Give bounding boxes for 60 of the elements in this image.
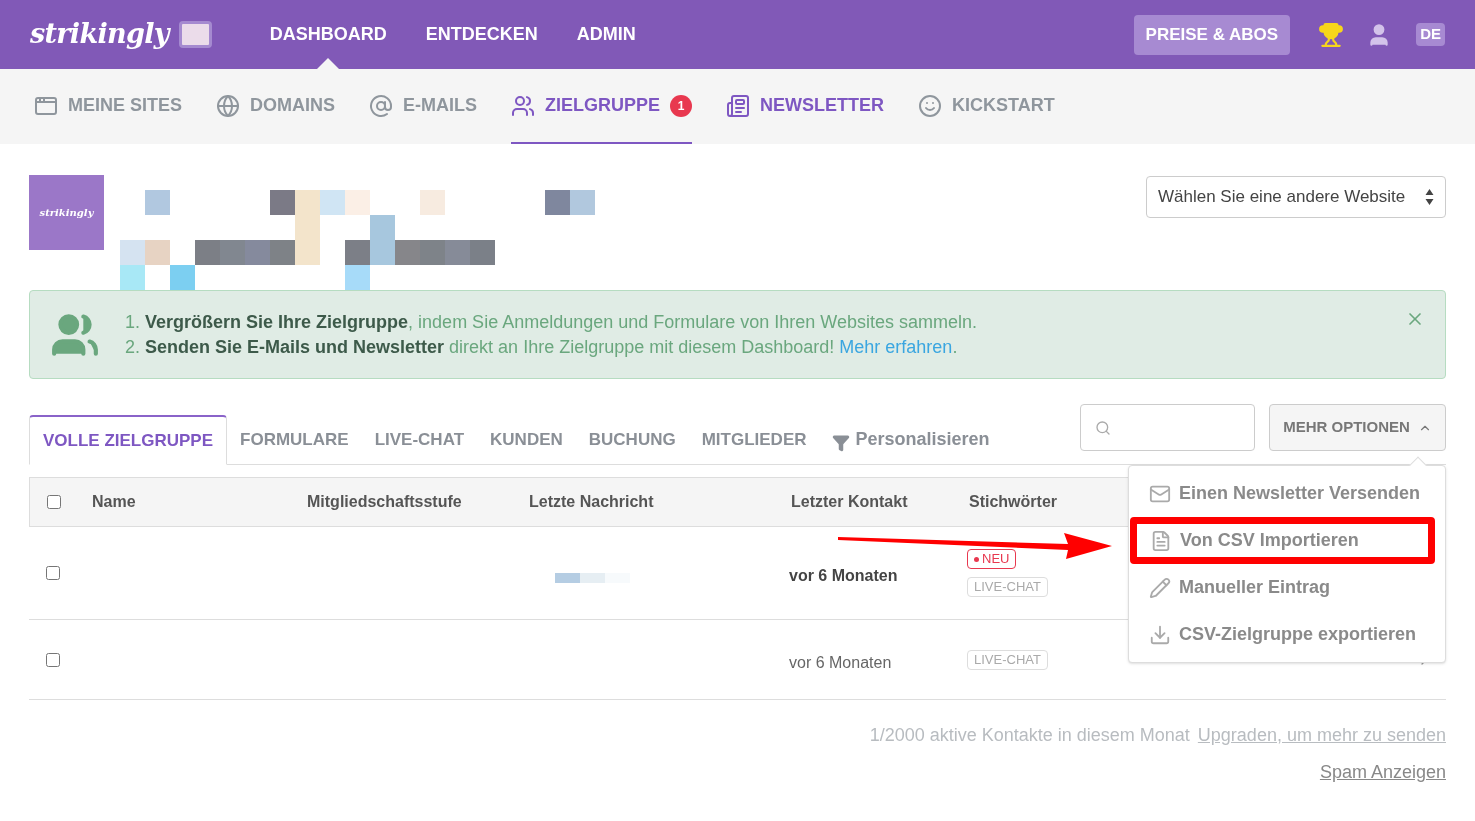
menu-item-icon bbox=[1150, 529, 1172, 552]
period-text: . bbox=[952, 336, 958, 357]
logo[interactable]: strikingly bbox=[30, 14, 169, 55]
section-tab[interactable]: DOMAINS bbox=[216, 69, 336, 144]
language-button[interactable]: DE bbox=[1416, 23, 1445, 46]
last-contact-text: vor 6 Monaten bbox=[789, 652, 893, 673]
filter-tab[interactable]: LIVE-CHAT bbox=[361, 415, 478, 465]
tag: NEU bbox=[967, 549, 1017, 569]
learn-more-link[interactable]: Mehr erfahren bbox=[839, 336, 953, 357]
column-header: Letzter Kontakt bbox=[791, 492, 909, 512]
usage-text: 1/2000 aktive Kontakte in diesem Monat bbox=[869, 724, 1190, 747]
section-icon bbox=[369, 93, 394, 118]
column-header: Name bbox=[92, 492, 137, 512]
menu-item[interactable]: Manueller Eintrag bbox=[1129, 564, 1445, 611]
column-header: Stichwörter bbox=[969, 492, 1057, 512]
select-all-checkbox[interactable] bbox=[47, 495, 61, 509]
info-text: 2. Senden Sie E-Mails und Newsletter direkt an Ihre Zielgruppe mit diesem Dashboard! bbox=[125, 336, 835, 357]
tag: LIVE-CHAT bbox=[967, 649, 1048, 670]
nav-link[interactable]: ENTDECKEN bbox=[425, 0, 538, 69]
pricing-button[interactable]: PREISE & ABOS bbox=[1133, 14, 1291, 55]
filter-tab[interactable]: KUNDEN bbox=[477, 415, 576, 465]
filter-tab[interactable]: VOLLE ZIELGRUPPE bbox=[29, 415, 228, 465]
search-icon bbox=[1095, 419, 1111, 436]
more-options-button[interactable]: MEHR OPTIONEN bbox=[1269, 404, 1446, 451]
column-header: Letzte Nachricht bbox=[529, 492, 655, 512]
filter-tab[interactable]: MITGLIEDER bbox=[688, 415, 820, 465]
section-icon bbox=[726, 93, 751, 118]
customize-link[interactable]: Personalisieren bbox=[855, 426, 990, 453]
menu-item-icon bbox=[1149, 623, 1171, 646]
filter-icon bbox=[831, 434, 850, 452]
section-tab[interactable]: KICKSTART bbox=[918, 69, 1055, 144]
menu-item[interactable]: Einen Newsletter Versenden bbox=[1129, 470, 1445, 517]
info-text: 1. Vergrößern Sie Ihre Zielgruppe, indem Sie Anmeldungen und Formulare von Ihren Websites sammeln. bbox=[125, 311, 978, 332]
filter-tab[interactable]: BUCHUNG bbox=[575, 415, 689, 465]
site-select[interactable]: Wählen Sie eine andere Website bbox=[1146, 176, 1446, 218]
column-header: Mitgliedschaftsstufe bbox=[307, 492, 463, 512]
section-icon bbox=[511, 93, 536, 118]
upgrade-link[interactable]: Upgraden, um mehr zu senden bbox=[1197, 722, 1446, 749]
filter-tab[interactable]: FORMULARE bbox=[227, 415, 362, 465]
search-field[interactable] bbox=[1080, 404, 1255, 451]
section-icon bbox=[216, 93, 241, 118]
menu-item-icon bbox=[1149, 576, 1171, 599]
trophy-icon[interactable] bbox=[1318, 21, 1345, 48]
section-tab[interactable]: MEINE SITES bbox=[34, 69, 183, 144]
menu-item[interactable]: Von CSV Importieren bbox=[1130, 517, 1435, 564]
nav-link[interactable]: ADMIN bbox=[576, 0, 636, 69]
last-contact-text: vor 6 Monaten bbox=[789, 566, 899, 586]
row-checkbox[interactable] bbox=[46, 566, 60, 580]
spam-link[interactable]: Spam Anzeigen bbox=[1319, 759, 1446, 786]
thumbnail-logo: strikingly bbox=[39, 206, 94, 220]
section-icon bbox=[918, 93, 943, 118]
section-tab[interactable]: NEWSLETTER bbox=[726, 69, 885, 144]
sort-arrows-icon bbox=[1425, 188, 1434, 206]
section-tab[interactable]: ZIELGRUPPE 1 bbox=[511, 69, 693, 144]
menu-item[interactable]: CSV-Zielgruppe exportieren bbox=[1129, 611, 1445, 658]
notification-badge: 1 bbox=[670, 94, 693, 117]
logo-square-icon bbox=[178, 21, 212, 48]
row-checkbox[interactable] bbox=[46, 652, 60, 667]
section-tab[interactable]: E-MAILS bbox=[369, 69, 478, 144]
tag: LIVE-CHAT bbox=[967, 577, 1048, 597]
